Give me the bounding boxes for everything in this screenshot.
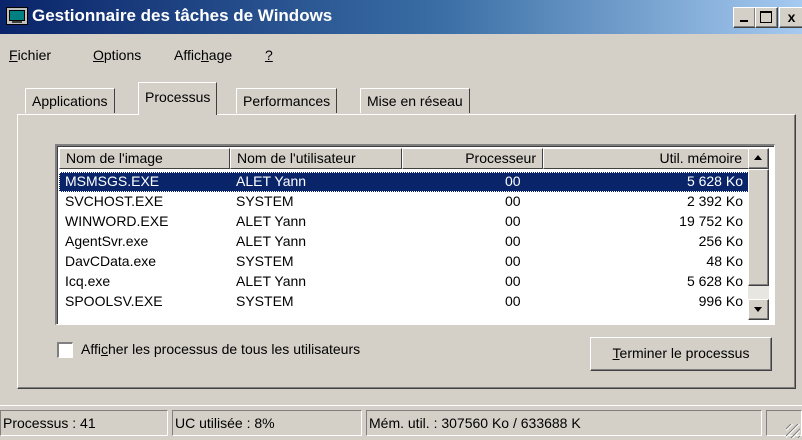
column-header-memory[interactable]: Util. mémoire xyxy=(543,148,749,169)
title-bar[interactable]: Gestionnaire des tâches de Windows x xyxy=(0,0,802,34)
process-name: AgentSvr.exe xyxy=(65,233,149,249)
process-cpu: 00 xyxy=(505,173,521,189)
process-memory: 5 628 Ko xyxy=(686,273,743,289)
menu-affichage-pre: Affic xyxy=(174,47,201,63)
status-cpu-usage: UC utilisée : 8% xyxy=(172,410,362,436)
minimize-button[interactable] xyxy=(733,7,756,28)
menu-help-label: ? xyxy=(265,47,273,63)
process-memory: 48 Ko xyxy=(706,253,743,269)
process-cpu: 00 xyxy=(505,253,521,269)
process-cpu: 00 xyxy=(505,293,521,309)
checkbox-label-post: her les processus de tous les utilisateu… xyxy=(107,341,361,357)
menu-fichier-accel: F xyxy=(9,47,18,63)
arrow-up-icon xyxy=(754,155,762,160)
arrow-down-icon xyxy=(754,307,762,312)
tab-applications[interactable]: Applications xyxy=(25,88,115,113)
table-row[interactable]: AgentSvr.exe ALET Yann 00 256 Ko xyxy=(59,232,749,252)
process-memory: 2 392 Ko xyxy=(686,193,743,209)
close-button[interactable]: x xyxy=(779,7,802,28)
menu-options[interactable]: Options xyxy=(93,47,141,67)
process-memory: 996 Ko xyxy=(698,293,743,309)
process-name: DavCData.exe xyxy=(65,253,157,269)
process-user: ALET Yann xyxy=(236,173,307,189)
task-manager-icon[interactable] xyxy=(6,7,28,25)
checkbox-label-pre: Affi xyxy=(81,341,101,357)
menu-affichage-post: age xyxy=(208,47,233,63)
resize-grip[interactable] xyxy=(786,424,800,438)
menu-options-label: ptions xyxy=(103,47,142,63)
process-memory: 5 628 Ko xyxy=(686,173,743,189)
process-name: SVCHOST.EXE xyxy=(65,193,164,209)
show-all-users-label[interactable]: Afficher les processus de tous les utili… xyxy=(81,341,360,357)
maximize-button[interactable] xyxy=(755,7,778,28)
table-row[interactable]: MSMSGS.EXE ALET Yann 00 5 628 Ko xyxy=(59,172,749,192)
checkbox-label-accel: c xyxy=(100,341,108,357)
process-name: SPOOLSV.EXE xyxy=(65,293,163,309)
table-row[interactable]: WINWORD.EXE ALET Yann 00 19 752 Ko xyxy=(59,212,749,232)
process-user: ALET Yann xyxy=(236,273,307,289)
process-memory: 19 752 Ko xyxy=(679,213,743,229)
process-name: MSMSGS.EXE xyxy=(65,173,160,189)
process-user: SYSTEM xyxy=(236,253,294,269)
process-cpu: 00 xyxy=(505,273,521,289)
process-cpu: 00 xyxy=(505,213,521,229)
window-title: Gestionnaire des tâches de Windows xyxy=(32,6,333,25)
process-user: SYSTEM xyxy=(236,293,294,309)
process-name: Icq.exe xyxy=(65,273,111,289)
menu-fichier[interactable]: Fichier xyxy=(9,47,51,67)
tab-processus[interactable]: Processus xyxy=(138,82,218,115)
column-header-image-name[interactable]: Nom de l'image xyxy=(59,148,230,169)
menu-affichage-accel: h xyxy=(200,47,209,63)
menu-affichage[interactable]: Affichage xyxy=(174,47,232,67)
menu-options-accel: O xyxy=(93,47,104,63)
column-header-cpu[interactable]: Processeur xyxy=(402,148,543,169)
menu-fichier-label: ichier xyxy=(17,47,52,63)
column-header-user-name[interactable]: Nom de l'utilisateur xyxy=(230,148,402,169)
table-row[interactable]: Icq.exe ALET Yann 00 5 628 Ko xyxy=(59,272,749,292)
scroll-thumb[interactable] xyxy=(748,169,769,286)
status-processes: Processus : 41 xyxy=(0,410,168,436)
scroll-up-button[interactable] xyxy=(748,148,769,169)
end-process-accel: T xyxy=(612,345,620,361)
vertical-scrollbar[interactable] xyxy=(748,148,769,320)
status-memory-usage: Mém. util. : 307560 Ko / 633688 K xyxy=(366,410,762,436)
process-memory: 256 Ko xyxy=(698,233,743,249)
process-user: ALET Yann xyxy=(236,213,307,229)
status-bar: Processus : 41 UC utilisée : 8% Mém. uti… xyxy=(0,405,802,440)
process-list[interactable]: Nom de l'image Nom de l'utilisateur Proc… xyxy=(55,144,775,325)
menu-help[interactable]: ? xyxy=(265,47,273,67)
table-row[interactable]: SVCHOST.EXE SYSTEM 00 2 392 Ko xyxy=(59,192,749,212)
scroll-down-button[interactable] xyxy=(748,299,769,320)
end-process-label: erminer le processus xyxy=(619,345,750,361)
process-user: SYSTEM xyxy=(236,193,294,209)
process-user: ALET Yann xyxy=(236,233,307,249)
process-cpu: 00 xyxy=(505,193,521,209)
table-row[interactable]: SPOOLSV.EXE SYSTEM 00 996 Ko xyxy=(59,292,749,312)
end-process-button[interactable]: Terminer le processus xyxy=(590,337,772,371)
process-name: WINWORD.EXE xyxy=(65,213,169,229)
show-all-users-checkbox[interactable] xyxy=(57,342,73,358)
table-row[interactable]: DavCData.exe SYSTEM 00 48 Ko xyxy=(59,252,749,272)
process-cpu: 00 xyxy=(505,233,521,249)
tab-performances[interactable]: Performances xyxy=(236,88,338,113)
tab-mise-en-reseau[interactable]: Mise en réseau xyxy=(360,88,470,113)
